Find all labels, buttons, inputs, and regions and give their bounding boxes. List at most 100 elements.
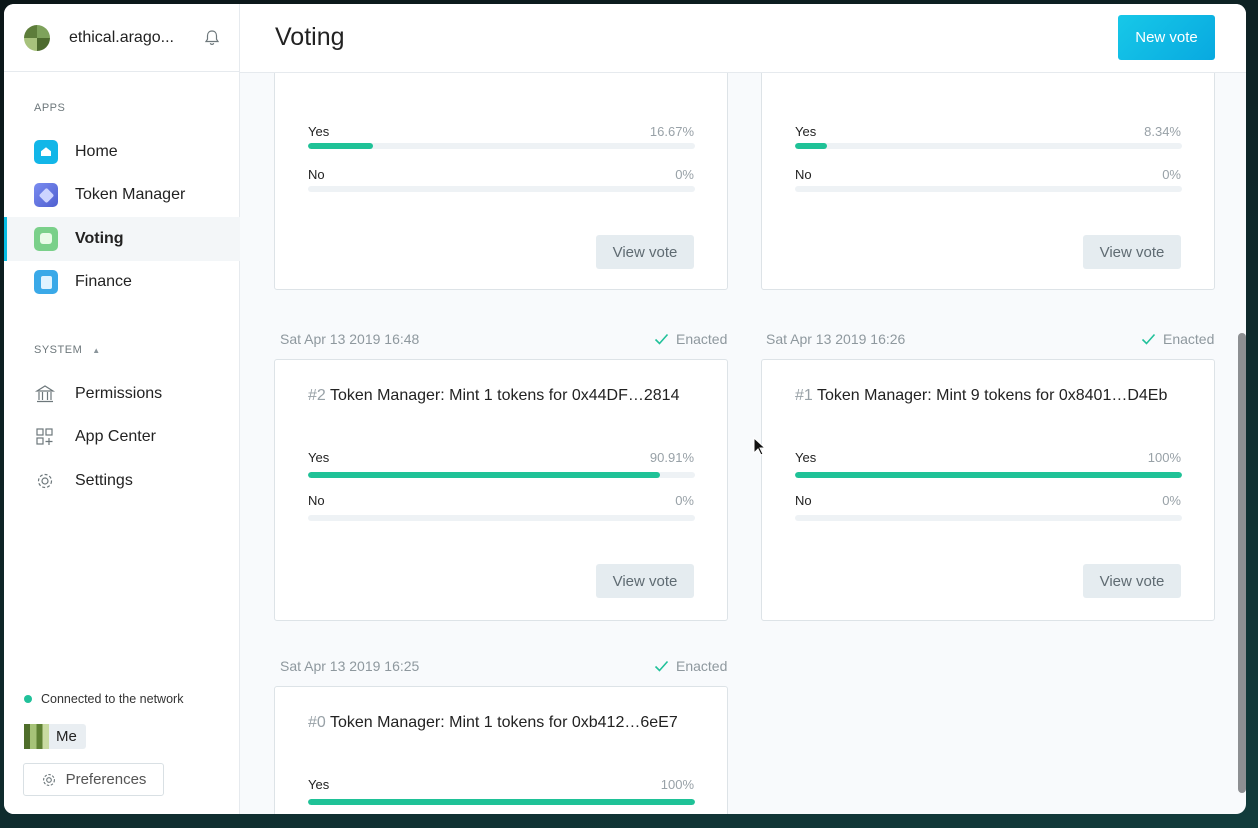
vote-title[interactable]: #0 Token Manager: Mint 1 tokens for 0xb4… [308, 714, 678, 732]
sidebar-item-label: Finance [75, 273, 132, 291]
no-label: No [308, 493, 325, 508]
vote-card: #2 Token Manager: Mint 1 tokens for 0x44… [274, 359, 728, 621]
new-vote-button[interactable]: New vote [1118, 15, 1215, 60]
vote-card: Yes 16.67% No 0% View vote [274, 73, 728, 290]
sidebar-item-finance[interactable]: Finance [4, 261, 240, 305]
no-percentage: 0% [1162, 493, 1181, 508]
yes-bar-fill [795, 472, 1182, 478]
vote-number: #0 [308, 714, 326, 731]
token-manager-icon [34, 183, 58, 208]
vote-title-text: Token Manager: Mint 1 tokens for 0x44DF…… [329, 387, 680, 404]
yes-bar-fill [795, 143, 828, 149]
app-window: ethical.arago... APPS Home Token Manager… [4, 4, 1246, 814]
voting-icon [34, 226, 58, 251]
status-dot [24, 695, 32, 703]
network-status-text: Connected to the network [41, 692, 184, 706]
vote-date: Sat Apr 13 2019 16:26 [766, 331, 906, 347]
view-vote-button[interactable]: View vote [1083, 235, 1181, 269]
no-label: No [795, 167, 812, 182]
preferences-button[interactable]: Preferences [23, 763, 164, 796]
mouse-cursor-icon [753, 437, 767, 456]
vote-card: ˙ ˙ ˙ ˙ ˙ ˙ ˙ ˙ ˙ ˙ ˙ ˙ ˙ Yes 8.34% No 0… [761, 73, 1215, 290]
vote-number: #2 [308, 387, 326, 404]
yes-percentage: 90.91% [649, 450, 694, 465]
org-avatar [24, 24, 50, 51]
check-icon [654, 660, 669, 672]
apps-nav: Home Token Manager Voting Finance [4, 130, 240, 304]
no-label: No [795, 493, 812, 508]
yes-bar-fill [308, 472, 660, 478]
user-badge[interactable]: Me [24, 724, 86, 749]
yes-bar [308, 799, 695, 805]
vote-title-text: Token Manager: Mint 9 tokens for 0x8401…… [816, 387, 1168, 404]
no-bar [795, 515, 1182, 521]
sidebar-item-settings[interactable]: Settings [4, 459, 240, 503]
scrollbar[interactable] [1238, 333, 1246, 793]
sidebar-item-label: Voting [75, 229, 124, 247]
vote-title[interactable]: #1 Token Manager: Mint 9 tokens for 0x84… [795, 387, 1167, 405]
org-switcher[interactable]: ethical.arago... [4, 4, 239, 72]
no-bar [308, 515, 695, 521]
no-label: No [308, 167, 325, 182]
sidebar-item-token-manager[interactable]: Token Manager [4, 174, 240, 218]
system-section-toggle[interactable]: SYSTEM ▲ [4, 344, 101, 356]
view-vote-button[interactable]: View vote [596, 235, 694, 269]
preferences-label: Preferences [65, 771, 147, 788]
sidebar-item-home[interactable]: Home [4, 130, 240, 174]
page-title: Voting [275, 23, 345, 51]
status-badge: Enacted [654, 331, 727, 347]
no-percentage: 0% [1162, 167, 1181, 182]
vote-title[interactable]: #2 Token Manager: Mint 1 tokens for 0x44… [308, 387, 679, 405]
yes-bar-fill [308, 143, 373, 149]
yes-percentage: 16.67% [649, 124, 694, 139]
yes-bar [308, 472, 695, 478]
avatar [24, 724, 49, 749]
yes-percentage: 8.34% [1144, 124, 1181, 139]
votes-list[interactable]: Yes 16.67% No 0% View vote ˙ ˙ ˙ ˙ ˙ ˙ ˙… [240, 73, 1246, 814]
view-vote-button[interactable]: View vote [596, 564, 694, 598]
system-section-label: SYSTEM [34, 344, 83, 356]
yes-bar-fill [308, 799, 695, 805]
user-label: Me [56, 728, 77, 745]
yes-bar [795, 472, 1182, 478]
vote-date: Sat Apr 13 2019 16:48 [280, 331, 420, 347]
status-badge: Enacted [1141, 331, 1214, 347]
bell-icon[interactable] [203, 29, 221, 47]
view-vote-button[interactable]: View vote [1083, 564, 1181, 598]
sidebar: ethical.arago... APPS Home Token Manager… [4, 4, 240, 814]
sidebar-item-label: Token Manager [75, 186, 186, 204]
sidebar-item-app-center[interactable]: App Center [4, 416, 240, 460]
header: Voting New vote [240, 4, 1246, 73]
yes-percentage: 100% [660, 777, 694, 792]
home-icon [34, 139, 58, 164]
sidebar-item-label: Home [75, 142, 118, 160]
no-percentage: 0% [675, 167, 694, 182]
finance-icon [34, 270, 58, 295]
yes-label: Yes [795, 124, 817, 139]
check-icon [1141, 333, 1156, 345]
sidebar-item-voting[interactable]: Voting [4, 217, 240, 261]
status-text: Enacted [676, 331, 728, 347]
sidebar-item-label: Permissions [75, 384, 163, 402]
vote-date: Sat Apr 13 2019 16:25 [280, 658, 420, 674]
no-bar [795, 186, 1182, 192]
sidebar-item-permissions[interactable]: Permissions [4, 372, 240, 416]
vote-card: #0 Token Manager: Mint 1 tokens for 0xb4… [274, 686, 728, 814]
gear-icon [42, 773, 55, 786]
org-name: ethical.arago... [69, 28, 174, 46]
sidebar-item-label: Settings [75, 471, 133, 489]
no-percentage: 0% [675, 493, 694, 508]
grid-plus-icon [36, 428, 53, 446]
vote-number: #1 [795, 387, 813, 404]
status-text: Enacted [1163, 331, 1215, 347]
yes-label: Yes [795, 450, 817, 465]
no-bar [308, 186, 695, 192]
yes-label: Yes [308, 124, 330, 139]
yes-bar [795, 143, 1182, 149]
yes-percentage: 100% [1147, 450, 1181, 465]
status-badge: Enacted [654, 658, 727, 674]
vote-card: #1 Token Manager: Mint 9 tokens for 0x84… [761, 359, 1215, 621]
yes-label: Yes [308, 777, 330, 792]
apps-section-label: APPS [34, 102, 66, 114]
check-icon [654, 333, 669, 345]
